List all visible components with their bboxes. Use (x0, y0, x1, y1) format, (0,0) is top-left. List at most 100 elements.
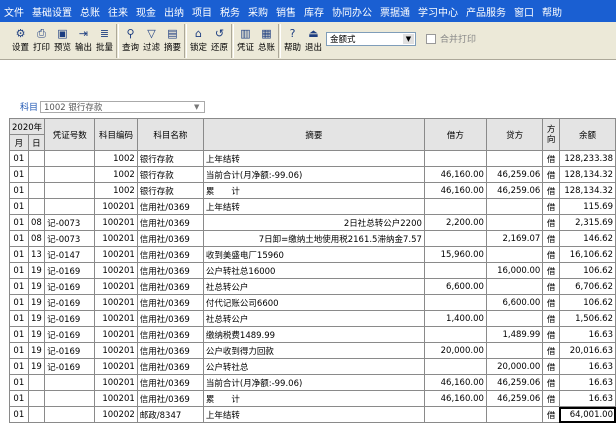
voucher-button[interactable]: ▥ 凭证 (235, 24, 256, 58)
format-select[interactable]: 金额式 ▼ (326, 32, 416, 46)
help-icon: ? (289, 27, 296, 40)
exit-button[interactable]: ⏏ 退出 (303, 24, 324, 58)
table-row[interactable]: 01 1002 银行存款 上年结转 借 128,233.38 (9, 150, 616, 167)
table-row[interactable]: 01 19 记-0169 100201 信用社/0369 公户转社总 20,000.00 借 1… (9, 358, 616, 375)
chevron-down-icon[interactable]: ▼ (403, 34, 414, 44)
print-button[interactable]: ⎙ 打印 (31, 24, 52, 58)
cell-summary: 公户转社总16000 (202, 262, 425, 279)
menu-item[interactable]: 销售 (272, 4, 300, 19)
table-row[interactable]: 01 19 记-0169 100201 信用社/0369 社总转公户 1,400.00 借 1,… (9, 310, 616, 327)
cell-code: 100201 (94, 262, 138, 279)
table-row[interactable]: 01 08 记-0073 100201 信用社/0369 7日卸=缴纳土地使用税2161.… (9, 230, 616, 247)
cell-code: 100201 (94, 246, 138, 263)
subject-dropdown[interactable]: 1002 银行存款 ▼ (40, 100, 205, 113)
batch-button[interactable]: ≣ 批量 (94, 24, 115, 58)
cell-credit (485, 406, 544, 423)
cell-credit: 20,000.00 (485, 358, 544, 375)
lock-button[interactable]: ⌂ 锁定 (188, 24, 209, 58)
cell-summary: 2日社总转公户2200 (202, 214, 425, 231)
menu-item[interactable]: 产品服务 (462, 4, 510, 19)
cell-credit (485, 278, 544, 295)
cell-debit: 2,200.00 (423, 214, 487, 231)
menu-item[interactable]: 协同办公 (328, 4, 376, 19)
table-row[interactable]: 01 100201 信用社/0369 当前合计(月净额:-99.06) 46,160.0… (9, 374, 616, 391)
table-row[interactable]: 01 13 记-0147 100201 信用社/0369 收到美盛电厂15960 15,96… (9, 246, 616, 263)
cell-day: 08 (27, 214, 46, 231)
menu-item[interactable]: 库存 (300, 4, 328, 19)
table-row[interactable]: 01 19 记-0169 100201 信用社/0369 公户收到得力回款 20,000.0… (9, 342, 616, 359)
menu-item[interactable]: 项目 (188, 4, 216, 19)
cell-month: 01 (9, 294, 29, 311)
cell-credit: 1,489.99 (485, 326, 544, 343)
preview-button[interactable]: ▣ 预览 (52, 24, 73, 58)
toolbar-button-label: 查询 (121, 43, 139, 53)
table-row[interactable]: 01 1002 银行存款 当前合计(月净额:-99.06) 46,160.00 46,25… (9, 166, 616, 183)
cell-summary: 公户收到得力回款 (202, 342, 425, 359)
toolbar-button-label: 输出 (74, 43, 92, 53)
table-row[interactable]: 01 1002 银行存款累 计 46,160.00 46,259.06 借 128,134.… (9, 182, 616, 199)
cell-balance: 16.63 (558, 374, 616, 391)
cell-name: 信用社/0369 (136, 342, 204, 359)
toolbar-button-label: 打印 (32, 43, 50, 53)
cell-day: 19 (27, 310, 46, 327)
ledger-button[interactable]: ▦ 总账 (256, 24, 277, 58)
cell-code: 100201 (94, 214, 138, 231)
cell-voucher: 记-0169 (44, 294, 96, 311)
cell-debit: 6,600.00 (423, 278, 487, 295)
table-row[interactable]: 01 19 记-0169 100201 信用社/0369 社总转公户 6,600.00 借 6,… (9, 278, 616, 295)
table-row[interactable]: 01 100201 信用社/0369 累 计 46,160.00 46,259.06 借 16… (9, 390, 616, 407)
cell-name: 邮政/8347 (136, 406, 204, 423)
cell-name: 银行存款 (136, 166, 204, 183)
restore-button[interactable]: ↺ 还原 (209, 24, 230, 58)
cell-month: 01 (9, 230, 29, 247)
cell-credit: 46,259.06 (485, 182, 544, 199)
cell-day (27, 150, 46, 167)
menu-item[interactable]: 学习中心 (414, 4, 462, 19)
menu-item[interactable]: 票据通 (376, 4, 414, 19)
menu-item[interactable]: 帮助 (538, 4, 566, 19)
filter-button[interactable]: ▽ 过滤 (141, 24, 162, 58)
table-row[interactable]: 01 19 记-0169 100201 信用社/0369 缴纳税费1489.99 1,489… (9, 326, 616, 343)
table-row[interactable]: 01 100201 信用社/0369 上年结转 借 115.69 (9, 198, 616, 215)
table-row[interactable]: 01 19 记-0169 100201 信用社/0369 公户转社总16000 16,000… (9, 262, 616, 279)
col-header-debit: 借方 (423, 118, 487, 151)
toolbar-button-label: 摘要 (163, 43, 181, 53)
chevron-down-icon[interactable]: ▼ (194, 102, 203, 112)
cell-month: 01 (9, 390, 29, 407)
cell-voucher: 记-0169 (44, 342, 96, 359)
cell-month: 01 (9, 214, 29, 231)
table-row[interactable]: 01 19 记-0169 100201 信用社/0369 付代记账公司6600 6,600.… (9, 294, 616, 311)
cell-month: 01 (9, 374, 29, 391)
cell-debit (423, 262, 487, 279)
cell-voucher: 记-0147 (44, 246, 96, 263)
menu-item[interactable]: 文件 (0, 4, 28, 19)
menu-item[interactable]: 现金 (132, 4, 160, 19)
cell-name: 银行存款 (136, 182, 204, 199)
export-button[interactable]: ⇥ 输出 (73, 24, 94, 58)
menu-item[interactable]: 采购 (244, 4, 272, 19)
menu-item[interactable]: 基础设置 (28, 4, 76, 19)
menu-item[interactable]: 税务 (216, 4, 244, 19)
menu-item[interactable]: 总账 (76, 4, 104, 19)
menu-bar: 文件 基础设置 总账 往来 现金 出纳 项目 税务 采购 销售 库存 协同办公 票据通 学习中心 产品服务窗… (0, 0, 616, 22)
menu-item[interactable]: 出纳 (160, 4, 188, 19)
year-header: 2020年 (8, 118, 46, 135)
table-row[interactable]: 01 08 记-0073 100201 信用社/0369 2日社总转公户2200 2,200… (9, 214, 616, 231)
checkbox-icon[interactable] (426, 33, 436, 44)
merge-print-checkbox[interactable]: 合并打印 (426, 32, 476, 45)
cell-code: 1002 (94, 182, 138, 199)
query-button[interactable]: ⚲ 查询 (120, 24, 141, 58)
settings-button[interactable]: ⚙ 设置 (10, 24, 31, 58)
cell-code: 100201 (94, 342, 138, 359)
cell-debit: 46,160.00 (423, 374, 487, 391)
menu-item[interactable]: 窗口 (510, 4, 538, 19)
blank-area (0, 60, 616, 100)
summary-button[interactable]: ▤ 摘要 (162, 24, 183, 58)
col-header-balance: 余额 (558, 118, 616, 151)
table-row[interactable]: 01 100202 邮政/8347 上年结转 借 64,001.00 (9, 406, 616, 423)
menu-item[interactable]: 往来 (104, 4, 132, 19)
cell-voucher: 记-0073 (44, 230, 96, 247)
help-button[interactable]: ? 帮助 (282, 24, 303, 58)
cell-code: 1002 (94, 150, 138, 167)
cell-credit: 46,259.06 (485, 390, 544, 407)
